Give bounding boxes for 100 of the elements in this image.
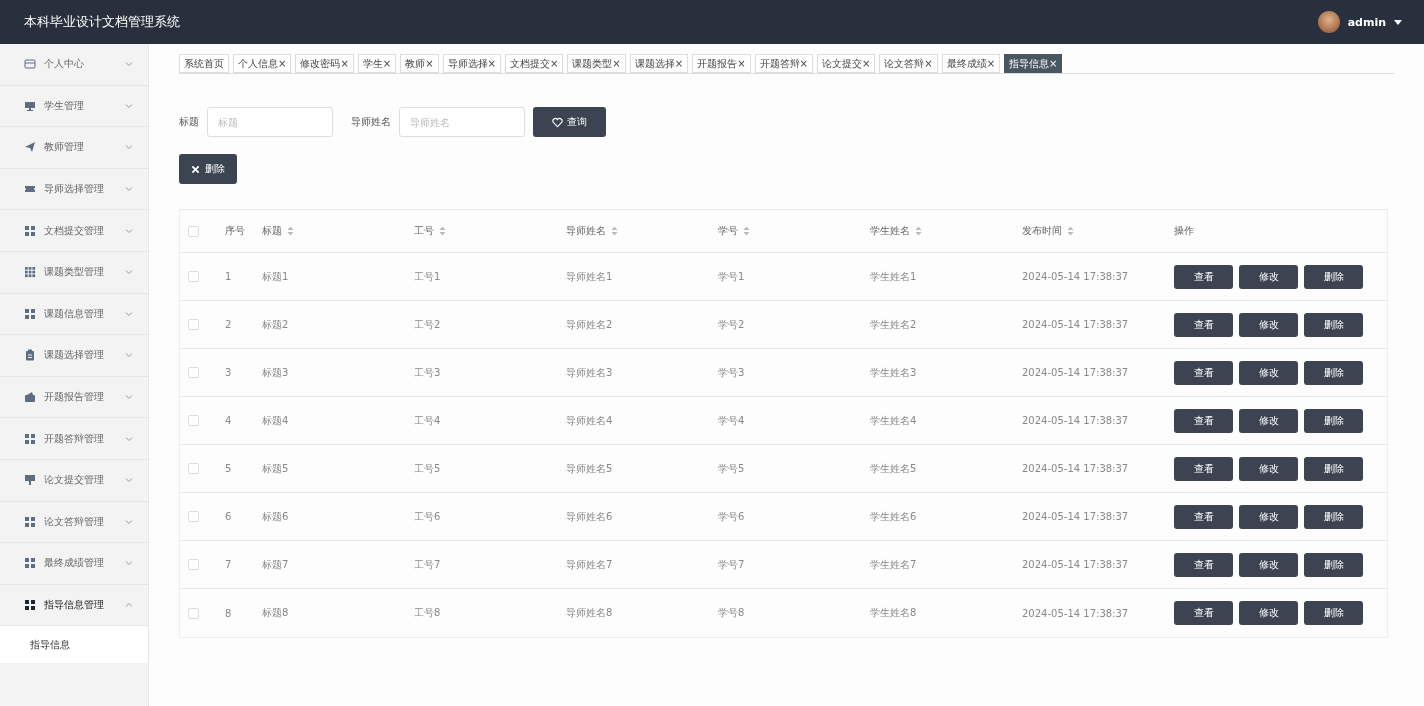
checkbox[interactable] bbox=[188, 463, 199, 474]
tab[interactable]: 课题选择× bbox=[629, 54, 689, 73]
action-button[interactable]: 修改 bbox=[1239, 504, 1298, 529]
sidebar-item[interactable]: 文档提交管理 bbox=[0, 210, 148, 252]
tab[interactable]: 论文答辩× bbox=[879, 54, 938, 73]
action-button[interactable]: 查看 bbox=[1174, 264, 1233, 289]
checkbox[interactable] bbox=[188, 319, 199, 330]
action-button[interactable]: 修改 bbox=[1239, 264, 1298, 289]
table-cell: 标题1 bbox=[262, 270, 289, 282]
sidebar-item[interactable]: 开题报告管理 bbox=[0, 376, 148, 419]
action-button[interactable]: 删除 bbox=[1304, 552, 1363, 577]
field-label: 导师姓名 bbox=[351, 115, 391, 129]
sidebar-item[interactable]: 论文答辩管理 bbox=[0, 501, 148, 544]
search-button[interactable]: 查询 bbox=[533, 107, 606, 137]
tab[interactable]: 论文提交× bbox=[816, 54, 876, 73]
search-field[interactable]: 标题 bbox=[207, 107, 333, 137]
table-cell: 导师姓名4 bbox=[566, 414, 613, 426]
grid-icon bbox=[24, 557, 36, 570]
column-header: 序号 bbox=[225, 224, 245, 238]
action-button[interactable]: 删除 bbox=[1304, 601, 1363, 625]
tab[interactable]: 个人信息× bbox=[233, 54, 292, 73]
tab[interactable]: 学生× bbox=[357, 54, 397, 73]
sidebar-item[interactable]: 导师选择管理 bbox=[0, 168, 148, 211]
action-button[interactable]: 查看 bbox=[1174, 552, 1233, 577]
table-cell: 学号8 bbox=[718, 607, 745, 618]
table-cell: 学号4 bbox=[718, 414, 745, 426]
checkbox[interactable] bbox=[188, 367, 199, 378]
search-field[interactable]: 导师姓名 bbox=[399, 107, 525, 137]
tab[interactable]: 文档提交× bbox=[504, 54, 564, 73]
tab[interactable]: 教师× bbox=[400, 54, 439, 73]
checkbox[interactable] bbox=[188, 225, 199, 237]
action-button[interactable]: 查看 bbox=[1174, 456, 1233, 481]
tab[interactable]: 开题报告× bbox=[692, 54, 751, 73]
sidebar-item[interactable]: 最终成绩管理 bbox=[0, 543, 148, 585]
table-cell: 导师姓名5 bbox=[566, 462, 613, 474]
table-cell: 8 bbox=[225, 607, 232, 619]
column-header[interactable]: 工号 bbox=[414, 224, 434, 238]
table-cell: 6 bbox=[225, 511, 232, 522]
action-button[interactable]: 修改 bbox=[1239, 360, 1298, 385]
checkbox[interactable] bbox=[188, 607, 199, 619]
table-cell: 学生姓名8 bbox=[870, 607, 917, 618]
action-button[interactable]: 查看 bbox=[1174, 312, 1233, 337]
table-cell: 标题6 bbox=[262, 510, 289, 522]
action-button[interactable]: 修改 bbox=[1239, 552, 1298, 577]
tab[interactable]: 指导信息× bbox=[1004, 54, 1063, 73]
tab[interactable]: 开题答辩× bbox=[754, 54, 813, 73]
chevron-icon bbox=[124, 600, 134, 610]
table-cell: 导师姓名3 bbox=[566, 366, 613, 378]
column-header[interactable]: 标题 bbox=[262, 224, 282, 238]
tab[interactable]: 系统首页 bbox=[179, 54, 229, 73]
action-button[interactable]: 查看 bbox=[1174, 601, 1233, 625]
action-button[interactable]: 删除 bbox=[1304, 312, 1363, 337]
tab[interactable]: 导师选择× bbox=[442, 54, 501, 73]
sidebar-item[interactable]: 课题类型管理 bbox=[0, 251, 148, 294]
checkbox[interactable] bbox=[188, 559, 199, 570]
checkbox[interactable] bbox=[188, 511, 199, 522]
sidebar-item[interactable]: 课题信息管理 bbox=[0, 293, 148, 336]
column-header[interactable]: 发布时间 bbox=[1022, 224, 1062, 238]
table-cell: 2024-05-14 17:38:37 bbox=[1022, 511, 1129, 522]
action-button[interactable]: 删除 bbox=[1304, 264, 1363, 289]
action-button[interactable]: 删除 bbox=[1304, 504, 1363, 529]
table-cell: 2024-05-14 17:38:37 bbox=[1022, 559, 1129, 570]
sidebar-subitem[interactable]: 指导信息 bbox=[0, 626, 148, 664]
table-cell: 2 bbox=[225, 319, 232, 330]
sidebar-item[interactable]: 开题答辩管理 bbox=[0, 418, 148, 460]
action-button[interactable]: 查看 bbox=[1174, 408, 1233, 433]
action-button[interactable]: 查看 bbox=[1174, 360, 1233, 385]
tab[interactable]: 最终成绩× bbox=[941, 54, 1001, 73]
table-cell: 7 bbox=[225, 559, 232, 570]
sidebar-item[interactable]: 课题选择管理 bbox=[0, 335, 148, 377]
column-header[interactable]: 导师姓名 bbox=[566, 224, 606, 238]
delete-button[interactable]: 删除 bbox=[179, 154, 237, 184]
action-button[interactable]: 修改 bbox=[1239, 456, 1298, 481]
avatar[interactable] bbox=[1317, 11, 1340, 33]
table-cell: 标题5 bbox=[262, 462, 289, 474]
sidebar-item[interactable]: 个人中心 bbox=[0, 44, 148, 86]
action-button[interactable]: 删除 bbox=[1304, 456, 1363, 481]
table-cell: 学生姓名2 bbox=[870, 318, 917, 330]
user-name[interactable]: admin bbox=[1347, 15, 1386, 29]
table-cell: 2024-05-14 17:38:37 bbox=[1022, 319, 1129, 330]
checkbox[interactable] bbox=[188, 415, 199, 426]
clipboard-icon bbox=[24, 349, 36, 362]
action-button[interactable]: 修改 bbox=[1239, 408, 1298, 433]
action-button[interactable]: 修改 bbox=[1239, 312, 1298, 337]
tab[interactable]: 课题类型× bbox=[567, 54, 626, 73]
column-header[interactable]: 学号 bbox=[718, 224, 738, 238]
sort-icon bbox=[743, 226, 750, 236]
table-cell: 工号1 bbox=[414, 270, 441, 282]
table-cell: 导师姓名7 bbox=[566, 558, 613, 570]
action-button[interactable]: 查看 bbox=[1174, 504, 1233, 529]
sidebar-item[interactable]: 学生管理 bbox=[0, 85, 148, 128]
sidebar-item[interactable]: 论文提交管理 bbox=[0, 459, 148, 502]
action-button[interactable]: 删除 bbox=[1304, 360, 1363, 385]
action-button[interactable]: 删除 bbox=[1304, 408, 1363, 433]
tab[interactable]: 修改密码× bbox=[295, 54, 354, 73]
sidebar-item[interactable]: 教师管理 bbox=[0, 127, 148, 169]
action-button[interactable]: 修改 bbox=[1239, 601, 1298, 625]
checkbox[interactable] bbox=[188, 271, 199, 282]
column-header[interactable]: 学生姓名 bbox=[870, 224, 910, 238]
caret-icon[interactable] bbox=[1394, 19, 1402, 25]
